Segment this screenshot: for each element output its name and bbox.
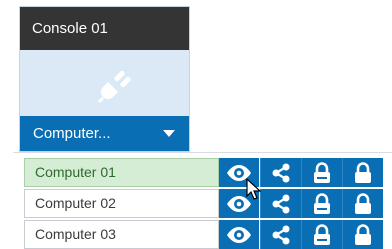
list-item[interactable]: Computer 02 — [24, 189, 392, 218]
power-plug-icon — [92, 62, 136, 106]
lock-button[interactable] — [342, 189, 383, 218]
share-icon — [272, 163, 290, 182]
lock-icon — [355, 192, 371, 214]
computer-name[interactable]: Computer 02 — [24, 189, 219, 218]
computer-name[interactable]: Computer 03 — [24, 220, 219, 249]
computer-select-label: Computer... — [33, 125, 111, 142]
lock-icon — [314, 161, 330, 183]
mouse-cursor-icon — [246, 178, 261, 200]
page: Console 01 Computer... Computer 01 Compu… — [0, 0, 392, 249]
computer-select[interactable]: Computer... — [20, 116, 189, 151]
share-button[interactable] — [260, 189, 301, 218]
list-item[interactable]: Computer 03 — [24, 220, 392, 249]
console-tile[interactable]: Console 01 Computer... — [19, 6, 190, 152]
lock-button[interactable] — [342, 220, 383, 249]
console-header: Console 01 — [20, 7, 189, 50]
console-title: Console 01 — [32, 20, 108, 37]
caret-down-icon — [163, 130, 175, 137]
lock-button[interactable] — [342, 158, 383, 187]
share-icon — [272, 194, 290, 213]
lock-icon — [355, 223, 371, 245]
view-button[interactable] — [219, 220, 259, 249]
lock-button[interactable] — [301, 220, 342, 249]
console-body — [20, 50, 189, 117]
lock-button[interactable] — [301, 189, 342, 218]
computer-name[interactable]: Computer 01 — [24, 158, 219, 187]
lock-icon — [314, 192, 330, 214]
lock-icon — [314, 223, 330, 245]
share-button[interactable] — [260, 158, 301, 187]
computer-dropdown: Computer 01 Computer 02 Computer 03 — [13, 152, 392, 249]
share-button[interactable] — [260, 220, 301, 249]
eye-icon — [227, 226, 251, 243]
list-item[interactable]: Computer 01 — [24, 158, 392, 187]
lock-icon — [355, 161, 371, 183]
lock-button[interactable] — [301, 158, 342, 187]
share-icon — [272, 225, 290, 244]
